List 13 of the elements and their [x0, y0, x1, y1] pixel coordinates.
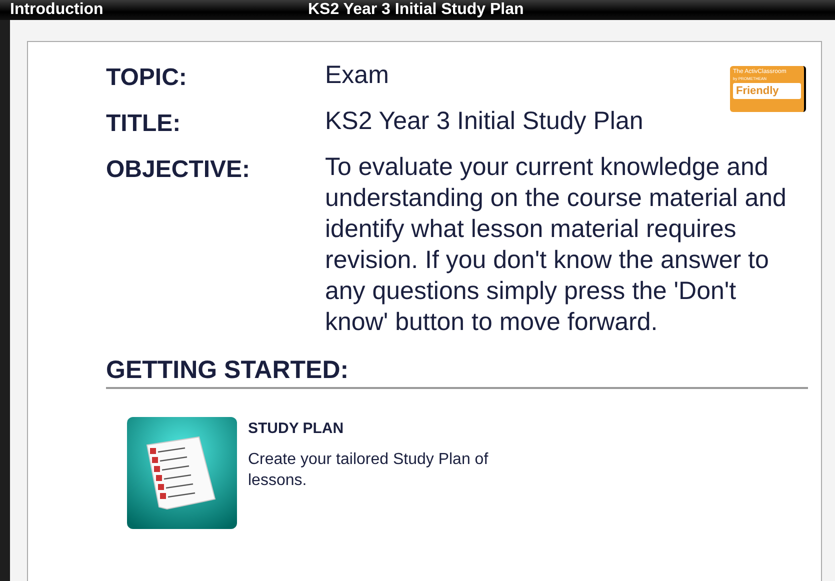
field-label: OBJECTIVE: [106, 156, 252, 185]
card-description: Create your tailored Study Plan of lessons. [248, 450, 490, 491]
field-label: TOPIC: [106, 64, 188, 92]
checklist-icon [127, 417, 237, 529]
section-title: Introduction [9, 1, 104, 19]
section-heading: GETTING STARTED: [106, 356, 808, 389]
field-value: To evaluate your current knowledge and understanding on the course material and identify what lesson material requires revision. If you don't know the answer to any questions simply press the 'Don't know' button to move forward. [325, 152, 788, 338]
window-title: KS2 Year 3 Initial Study Plan [308, 1, 524, 19]
field-label: TITLE: [106, 110, 182, 138]
card-title: STUDY PLAN [248, 420, 345, 437]
field-value: Exam [325, 60, 389, 91]
badge-label: Friendly [733, 83, 801, 99]
field-value: KS2 Year 3 Initial Study Plan [325, 106, 644, 137]
